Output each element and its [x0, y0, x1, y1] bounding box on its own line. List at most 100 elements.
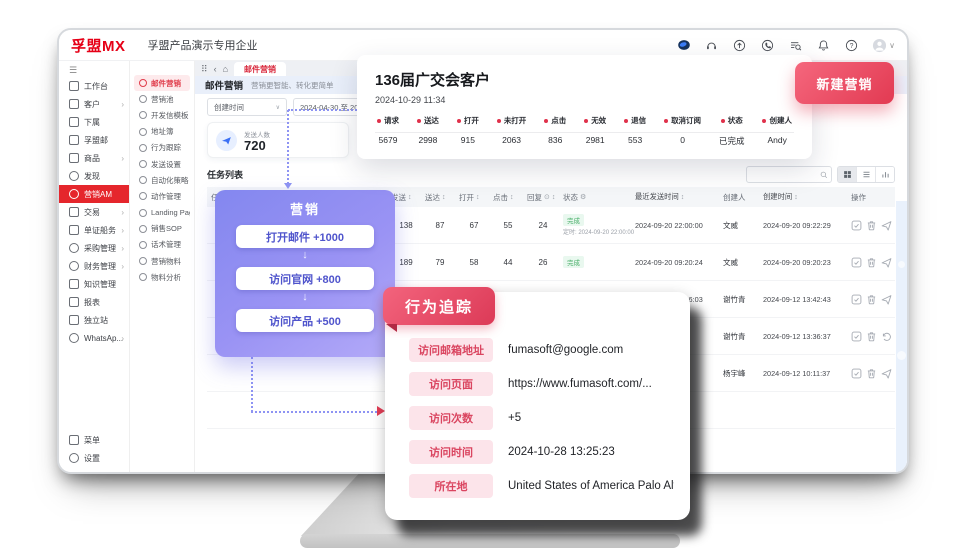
- submenu-item-marketing-pool[interactable]: 营销池: [134, 91, 190, 107]
- submenu-item-email-marketing[interactable]: 邮件营销: [134, 75, 190, 91]
- sidebar-item-finance[interactable]: 财务管理›: [59, 257, 129, 275]
- detail-button[interactable]: [851, 368, 862, 379]
- submenu-item-behavior-tracking[interactable]: 行为跟踪: [134, 140, 190, 156]
- submenu-item-marketing-materials[interactable]: 营销物料: [134, 253, 190, 269]
- sidebar-item-trade[interactable]: 交易›: [59, 203, 129, 221]
- send-button[interactable]: [881, 220, 892, 231]
- sidebar-item-shipping-docs[interactable]: 单证船务›: [59, 221, 129, 239]
- submenu-item-landing-page[interactable]: Landing Page: [134, 205, 190, 221]
- revert-button[interactable]: [881, 331, 892, 342]
- sidebar-item-marketing-am[interactable]: 营销AM: [59, 185, 129, 203]
- detail-button[interactable]: [851, 294, 862, 305]
- sidebar-item-workbench[interactable]: 工作台: [59, 77, 129, 95]
- submenu-item-material-analysis[interactable]: 物料分析: [134, 269, 190, 285]
- red-dot-icon: [624, 119, 628, 123]
- back-icon[interactable]: ‹: [214, 63, 217, 76]
- tracking-row: 所在地United States of America Palo Alt: [409, 474, 674, 498]
- sort-icon[interactable]: ↕: [408, 194, 412, 201]
- task-search-icon[interactable]: [788, 38, 803, 53]
- send-button[interactable]: [881, 294, 892, 305]
- delete-button[interactable]: [866, 220, 877, 231]
- list-view-button[interactable]: [856, 167, 875, 182]
- detail-button[interactable]: [851, 257, 862, 268]
- submenu-item-sales-sop[interactable]: 销售SOP: [134, 221, 190, 237]
- sidebar-item-menu[interactable]: 菜单: [59, 431, 129, 449]
- page-title: 邮件营销: [205, 78, 243, 92]
- sidebar-item-independent-site[interactable]: 独立站: [59, 311, 129, 329]
- connector-dotted-horizontal-bottom: [251, 411, 377, 413]
- submenu-item-automation-strategy[interactable]: 自动化策略: [134, 172, 190, 188]
- sidebar-item-fumeng-mail[interactable]: 孚盟邮: [59, 131, 129, 149]
- whatsapp-icon[interactable]: [760, 38, 775, 53]
- behavior-tracking-card: 行为追踪 访问邮箱地址fumasoft@google.com访问页面https:…: [385, 292, 690, 520]
- ops-cell: [847, 368, 891, 379]
- submenu-item-address-book[interactable]: 地址簿: [134, 124, 190, 140]
- sidebar-item-label: 菜单: [84, 435, 100, 446]
- sidebar-item-reports[interactable]: 报表: [59, 293, 129, 311]
- headset-icon[interactable]: [704, 38, 719, 53]
- submenu-item-script-management[interactable]: 话术管理: [134, 237, 190, 253]
- collapse-sidebar-icon[interactable]: ☰: [59, 63, 129, 77]
- gear-icon[interactable]: ⚙: [580, 193, 586, 201]
- metric-label-text: 创建人: [769, 115, 792, 126]
- status-badge: 完成: [563, 256, 584, 268]
- created-time-select[interactable]: 创建时间 ∨: [207, 98, 287, 116]
- trade-icon: [69, 207, 79, 217]
- detail-button[interactable]: [851, 220, 862, 231]
- sidebar-item-products[interactable]: 商品›: [59, 149, 129, 167]
- send-button[interactable]: [881, 257, 892, 268]
- sidebar-item-label: 财务管理: [84, 261, 116, 272]
- chart-view-button[interactable]: [875, 167, 894, 182]
- submenu-item-label: 物料分析: [151, 272, 181, 283]
- sidebar-item-whatsapp[interactable]: WhatsAp...›: [59, 329, 129, 347]
- sidebar-item-purchase[interactable]: 采购管理›: [59, 239, 129, 257]
- new-campaign-button[interactable]: 新建营销: [795, 62, 894, 104]
- search-icon[interactable]: [820, 171, 831, 179]
- upload-icon[interactable]: [732, 38, 747, 53]
- search-box: [746, 166, 832, 183]
- grid-view-button[interactable]: [838, 167, 856, 182]
- home-icon[interactable]: ⌂: [223, 63, 228, 76]
- sidebar-item-customers[interactable]: 客户›: [59, 95, 129, 113]
- sort-icon[interactable]: ↕: [476, 194, 480, 201]
- campaign-metric: 创建人Andy: [762, 115, 792, 147]
- user-menu[interactable]: ∨: [872, 38, 895, 53]
- sort-icon[interactable]: ↕: [442, 194, 446, 201]
- red-dot-icon: [664, 119, 668, 123]
- column-header-label: 送达: [425, 192, 440, 203]
- submenu-item-dev-letter-template[interactable]: 开发信模板: [134, 107, 190, 123]
- creator-cell: 谢竹青: [719, 294, 759, 305]
- search-input[interactable]: [747, 171, 820, 178]
- action-management-icon: [139, 192, 147, 200]
- tab-email-marketing[interactable]: 邮件营销: [234, 62, 286, 76]
- sort-icon[interactable]: ↕: [681, 194, 685, 201]
- delete-button[interactable]: [866, 331, 877, 342]
- theme-icon[interactable]: [676, 38, 691, 53]
- paper-plane-icon: [216, 130, 237, 151]
- sort-icon[interactable]: ↕: [510, 194, 514, 201]
- submenu-item-label: 营销物料: [151, 256, 181, 267]
- sidebar-item-label: 报表: [84, 297, 100, 308]
- sort-icon[interactable]: ↕: [552, 194, 556, 201]
- sort-icon[interactable]: ↕: [794, 194, 798, 201]
- help-icon[interactable]: ?: [844, 38, 859, 53]
- delete-button[interactable]: [866, 294, 877, 305]
- sidebar-item-knowledge[interactable]: 知识管理: [59, 275, 129, 293]
- sidebar-item-settings[interactable]: 设置: [59, 449, 129, 467]
- metric-label-text: 送达: [424, 115, 439, 126]
- apps-icon[interactable]: ⠿: [201, 63, 208, 76]
- sidebar-item-discover[interactable]: 发现: [59, 167, 129, 185]
- submenu-item-send-settings[interactable]: 发送设置: [134, 156, 190, 172]
- bell-icon[interactable]: [816, 38, 831, 53]
- submenu-item-action-management[interactable]: 动作管理: [134, 188, 190, 204]
- tracking-value: United States of America Palo Alt: [508, 480, 674, 492]
- detail-button[interactable]: [851, 331, 862, 342]
- send-button[interactable]: [881, 368, 892, 379]
- sidebar-item-label: 客户: [84, 99, 100, 110]
- submenu-item-label: 行为跟踪: [151, 142, 181, 153]
- metric-label: 打开: [457, 115, 479, 126]
- delete-button[interactable]: [866, 257, 877, 268]
- tracking-value: https://www.fumasoft.com/...: [508, 378, 652, 390]
- sidebar-item-subordinates[interactable]: 下属: [59, 113, 129, 131]
- delete-button[interactable]: [866, 368, 877, 379]
